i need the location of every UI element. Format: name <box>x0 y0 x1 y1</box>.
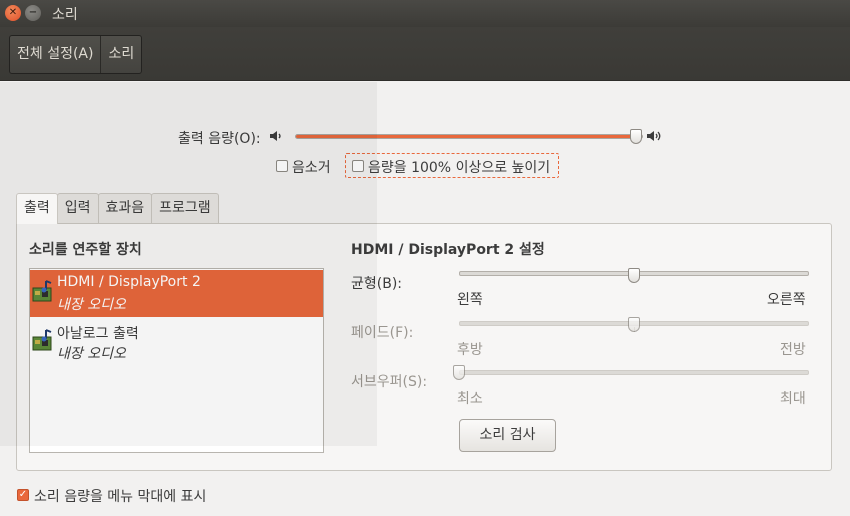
tab-bar: 출력 입력 효과음 프로그램 <box>16 193 219 224</box>
output-volume-label: 출력 음량(O): <box>178 131 261 147</box>
balance-right-label: 오른쪽 <box>767 292 806 308</box>
sound-card-icon <box>32 280 52 302</box>
balance-label: 균형(B): <box>351 276 403 292</box>
output-volume-fill <box>296 135 638 138</box>
devices-heading: 소리를 연주할 장치 <box>29 242 142 258</box>
overamplify-checkbox[interactable] <box>352 160 364 172</box>
fade-right-label: 전방 <box>780 342 806 358</box>
fade-label: 페이드(F): <box>351 325 414 341</box>
sound-card-icon <box>32 329 52 351</box>
mute-checkbox[interactable] <box>276 160 288 172</box>
settings-heading: HDMI / DisplayPort 2 설정 <box>351 242 545 258</box>
speaker-low-icon[interactable] <box>268 129 284 143</box>
show-in-menu-label: 소리 음량을 메뉴 막대에 표시 <box>34 489 207 505</box>
device-item-hdmi[interactable]: HDMI / DisplayPort 2 내장 오디오 <box>30 270 323 317</box>
close-icon[interactable]: ✕ <box>5 5 21 21</box>
mute-label: 음소거 <box>292 160 331 176</box>
output-volume-slider[interactable] <box>295 134 643 139</box>
tab-input[interactable]: 입력 <box>56 193 99 223</box>
subwoofer-slider[interactable] <box>459 370 809 375</box>
balance-handle[interactable] <box>628 268 640 283</box>
toolbar: 전체 설정(A) 소리 <box>0 27 850 81</box>
device-name: 아날로그 출력 <box>57 326 139 342</box>
speaker-high-icon[interactable] <box>646 129 662 143</box>
device-subtitle: 내장 오디오 <box>57 346 126 362</box>
subwoofer-min-label: 최소 <box>457 391 483 407</box>
breadcrumb: 전체 설정(A) 소리 <box>9 35 143 74</box>
title-bar: ✕ − 소리 <box>0 0 850 27</box>
subwoofer-handle[interactable] <box>453 365 465 380</box>
tab-applications[interactable]: 프로그램 <box>151 193 219 223</box>
tab-sound-effects[interactable]: 효과음 <box>97 193 153 223</box>
minimize-icon[interactable]: − <box>25 5 41 21</box>
test-sound-button[interactable]: 소리 검사 <box>459 419 556 452</box>
subwoofer-max-label: 최대 <box>780 391 806 407</box>
overamplify-label: 음량을 100% 이상으로 높이기 <box>368 160 551 176</box>
output-volume-handle[interactable] <box>630 129 643 144</box>
fade-left-label: 후방 <box>457 342 483 358</box>
sound-breadcrumb-button[interactable]: 소리 <box>101 36 141 73</box>
window-title: 소리 <box>52 7 78 23</box>
device-subtitle: 내장 오디오 <box>57 297 126 313</box>
fade-handle[interactable] <box>628 317 640 332</box>
show-in-menu-checkbox[interactable]: ✓ <box>17 489 29 501</box>
device-name: HDMI / DisplayPort 2 <box>57 274 201 290</box>
balance-left-label: 왼쪽 <box>457 292 483 308</box>
tab-output[interactable]: 출력 <box>16 193 58 224</box>
device-item-analog[interactable]: 아날로그 출력 내장 오디오 <box>30 319 323 366</box>
all-settings-button[interactable]: 전체 설정(A) <box>10 36 102 73</box>
subwoofer-label: 서브우퍼(S): <box>351 374 428 390</box>
device-list[interactable]: HDMI / DisplayPort 2 내장 오디오 아날로그 출력 내장 오… <box>29 268 324 453</box>
